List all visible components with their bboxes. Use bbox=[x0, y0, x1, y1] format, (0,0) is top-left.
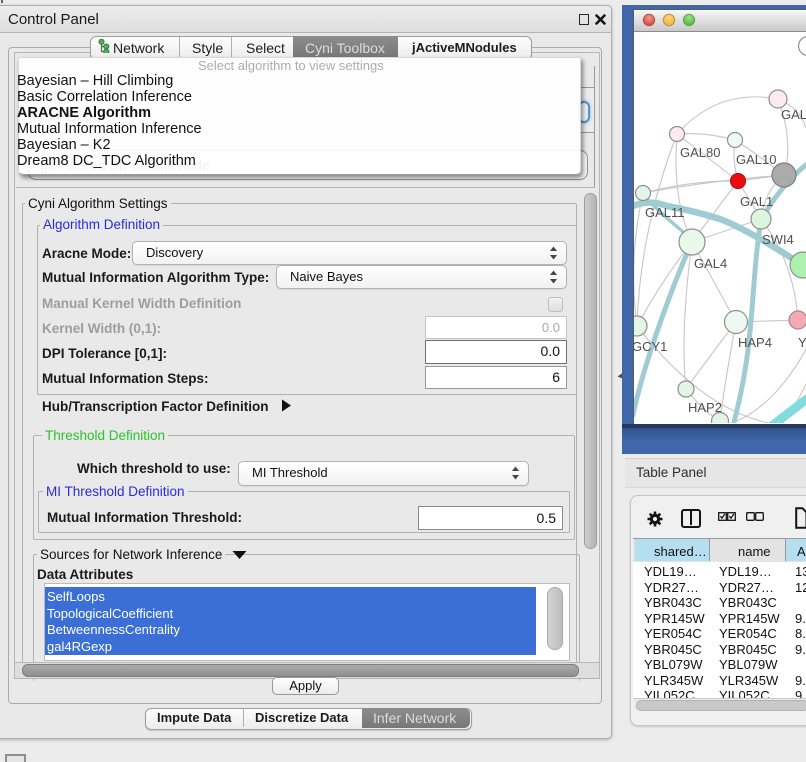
svg-text:GAL1: GAL1 bbox=[740, 194, 773, 209]
svg-text:HAP2: HAP2 bbox=[688, 400, 722, 415]
svg-text:HAP4: HAP4 bbox=[738, 335, 772, 350]
svg-text:GAL4: GAL4 bbox=[694, 256, 727, 271]
svg-text:GAL11: GAL11 bbox=[645, 205, 685, 220]
svg-text:GAL: GAL bbox=[781, 107, 806, 122]
svg-text:Y: Y bbox=[798, 335, 806, 350]
svg-text:SWI4: SWI4 bbox=[762, 232, 794, 247]
svg-text:GCY1: GCY1 bbox=[634, 339, 667, 354]
svg-text:GAL80: GAL80 bbox=[680, 145, 720, 160]
svg-text:GAL10: GAL10 bbox=[736, 152, 776, 167]
